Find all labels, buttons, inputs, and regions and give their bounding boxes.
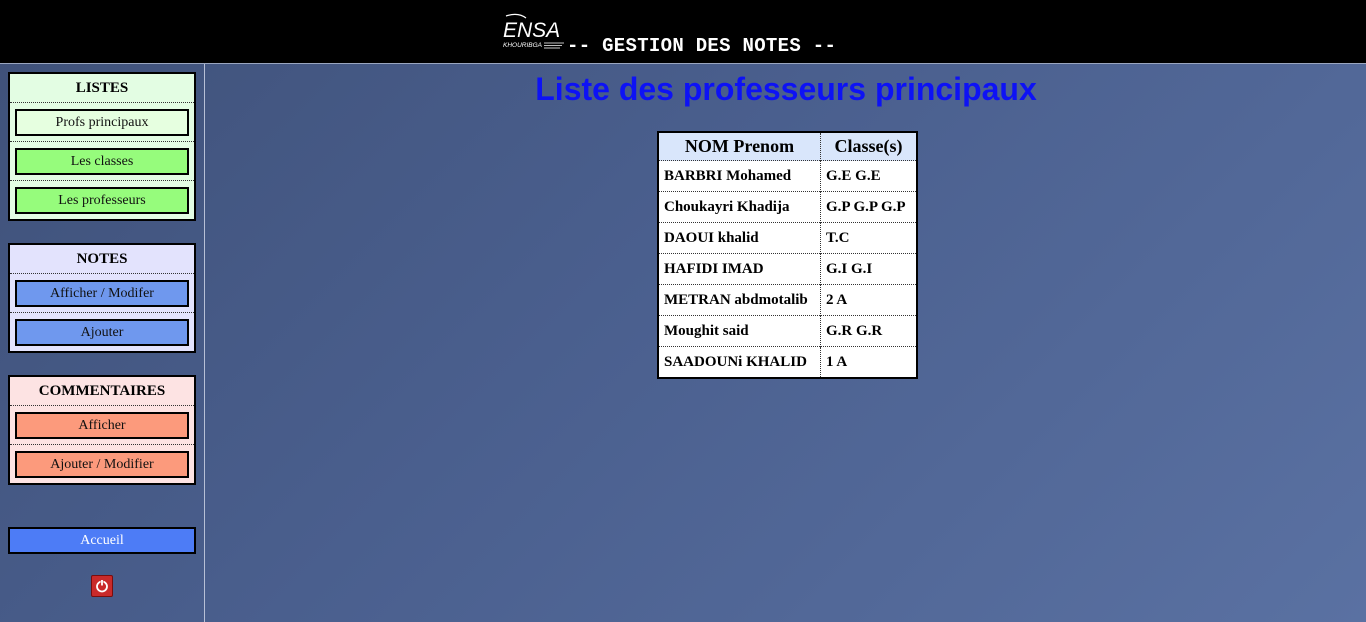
professeurs-table: NOM Prenom Classe(s) BARBRI Mohamed G.E … (657, 131, 918, 379)
cell-nom: Choukayri Khadija (659, 191, 821, 223)
profs-principaux-button[interactable]: Profs principaux (15, 109, 189, 136)
cell-nom: HAFIDI IMAD (659, 253, 821, 285)
cell-classe: G.P G.P G.P (820, 191, 916, 223)
ajouter-modifier-commentaires-button[interactable]: Ajouter / Modifier (15, 451, 189, 478)
commentaires-panel: COMMENTAIRES Afficher Ajouter / Modifier (8, 375, 196, 485)
sidebar: LISTES Profs principaux Les classes Les … (0, 64, 205, 622)
page-title: Liste des professeurs principaux (535, 71, 1037, 107)
cell-classe: T.C (820, 222, 916, 254)
afficher-commentaires-button[interactable]: Afficher (15, 412, 189, 439)
notes-title: NOTES (10, 245, 194, 274)
logo-subtext: KHOURIBGA (503, 42, 542, 49)
cell-nom: SAADOUNi KHALID (659, 346, 821, 377)
cell-classe: 1 A (820, 346, 916, 377)
cell-nom: DAOUI khalid (659, 222, 821, 254)
logo-text: ENSA (503, 19, 560, 42)
listes-title: LISTES (10, 74, 194, 103)
header-nom-prenom: NOM Prenom (659, 133, 821, 161)
cell-classe: G.R G.R (820, 315, 916, 347)
logout-button[interactable] (91, 575, 113, 597)
table-row: HAFIDI IMAD G.I G.I (659, 253, 916, 285)
cell-classe: G.I G.I (820, 253, 916, 285)
les-classes-button[interactable]: Les classes (15, 148, 189, 175)
commentaires-title: COMMENTAIRES (10, 377, 194, 406)
table-row: Moughit said G.R G.R (659, 315, 916, 347)
cell-nom: BARBRI Mohamed (659, 160, 821, 192)
cell-classe: 2 A (820, 284, 916, 316)
table-header-row: NOM Prenom Classe(s) (659, 133, 916, 161)
cell-nom: Moughit said (659, 315, 821, 347)
table-row: DAOUI khalid T.C (659, 222, 916, 254)
table-row: METRAN abdmotalib 2 A (659, 284, 916, 316)
cell-classe: G.E G.E (820, 160, 916, 192)
table-row: SAADOUNi KHALID 1 A (659, 346, 916, 377)
table-row: BARBRI Mohamed G.E G.E (659, 160, 916, 192)
table-row: Choukayri Khadija G.P G.P G.P (659, 191, 916, 223)
listes-panel: LISTES Profs principaux Les classes Les … (8, 72, 196, 221)
accueil-button[interactable]: Accueil (8, 527, 196, 554)
afficher-modifier-notes-button[interactable]: Afficher / Modifer (15, 280, 189, 307)
cell-nom: METRAN abdmotalib (659, 284, 821, 316)
ajouter-notes-button[interactable]: Ajouter (15, 319, 189, 346)
header-bar: ENSA KHOURIBGA -- GESTION DES NOTES -- (0, 0, 1366, 64)
les-professeurs-button[interactable]: Les professeurs (15, 187, 189, 214)
power-icon (96, 579, 108, 593)
ensa-logo: ENSA KHOURIBGA (503, 13, 564, 49)
header-classes: Classe(s) (820, 133, 916, 161)
app-title: -- GESTION DES NOTES -- (567, 35, 837, 57)
notes-panel: NOTES Afficher / Modifer Ajouter (8, 243, 196, 353)
